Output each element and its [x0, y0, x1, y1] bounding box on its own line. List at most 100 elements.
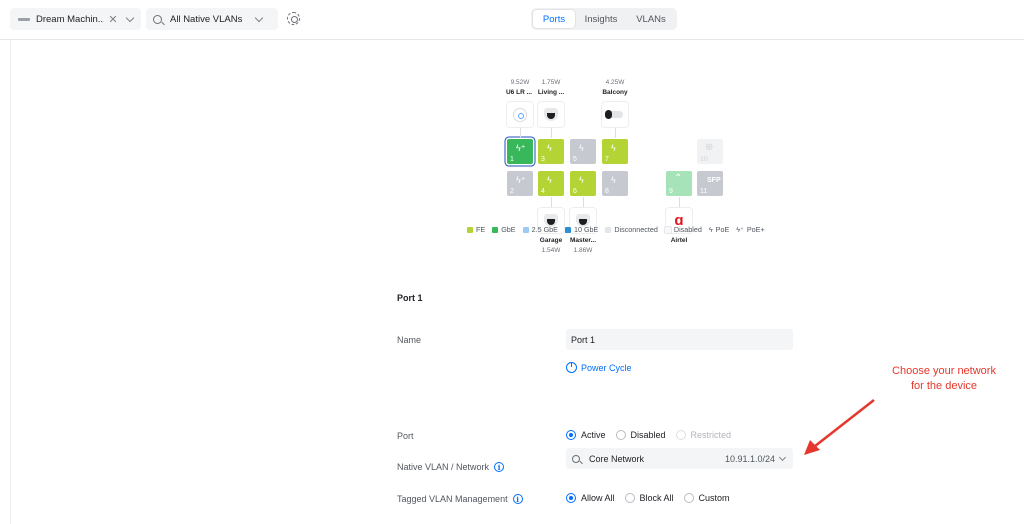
device-selector-label: Dream Machin... [36, 13, 104, 25]
legend-10-gbe: 10 GbE [564, 225, 598, 234]
network-name: Core Network [589, 453, 645, 464]
radio-allow-all[interactable]: Allow All [566, 493, 615, 503]
radio-dot [615, 430, 626, 440]
bolt-icon: ϟ [708, 225, 713, 234]
dome-camera-icon [544, 108, 558, 121]
device-power: 1.86W [573, 247, 593, 254]
legend-poe-plus: ϟ⁺ PoE+ [736, 225, 765, 234]
sfp-label: SFP [707, 177, 721, 184]
connector-line [520, 128, 521, 138]
device-name: Master... [569, 237, 596, 244]
poe-icon: ϟ [611, 143, 616, 153]
poe-plus-icon: ϟ⁺ [516, 175, 526, 185]
chevron-down-icon [778, 453, 787, 461]
radio-custom[interactable]: Custom [683, 493, 730, 503]
connector-line [551, 197, 552, 207]
port-2[interactable]: ϟ⁺ 2 [507, 171, 533, 196]
port-10[interactable]: ⊕ 10 [697, 139, 723, 164]
tab-insights[interactable]: Insights [575, 10, 627, 28]
port-1[interactable]: ϟ⁺ 1 [507, 139, 533, 164]
tab-vlans[interactable]: VLANs [627, 10, 675, 28]
port-4[interactable]: ϟ4 [538, 171, 564, 196]
device-name: Airtel [670, 237, 688, 244]
port-6[interactable]: ϟ6 [570, 171, 596, 196]
vlan-filter-select[interactable]: All Native VLANs [146, 8, 278, 30]
search-icon [572, 454, 580, 463]
info-icon[interactable]: i [494, 462, 505, 472]
device-power: 1.75W [541, 79, 561, 86]
poe-icon: ϟ [547, 175, 552, 185]
annotation-note: Choose your network for the device [892, 365, 996, 392]
power-cycle-label: Power Cycle [581, 362, 632, 373]
access-point-icon [513, 107, 527, 122]
annotation-arrow-icon [804, 399, 875, 455]
connector-line [679, 197, 680, 207]
network-subnet: 10.91.1.0/24 [725, 453, 776, 464]
device-power: 9.52W [510, 79, 530, 86]
search-icon [153, 14, 162, 24]
radio-disabled[interactable]: Disabled [615, 430, 666, 440]
radio-dot [624, 493, 635, 503]
device-power: 1.54W [541, 247, 561, 254]
radio-active[interactable]: Active [566, 430, 606, 440]
radio-restricted: Restricted [675, 430, 731, 440]
port-section-title: Port 1 [397, 293, 423, 303]
connector-line [551, 128, 552, 138]
tab-ports[interactable]: Ports [533, 10, 575, 28]
view-tabs: Ports Insights VLANs [531, 8, 677, 30]
power-cycle-button[interactable]: Power Cycle [566, 362, 632, 373]
uplink-icon: ⌃ [674, 173, 683, 184]
bullet-camera-icon [605, 110, 623, 119]
legend-disabled: Disabled [664, 225, 702, 234]
poe-icon: ϟ [611, 175, 616, 185]
legend-gbe: GbE [492, 225, 516, 234]
port-status-radios: Active Disabled Restricted [566, 430, 741, 440]
poe-icon: ϟ [547, 143, 552, 153]
device-name: Balcony [602, 89, 628, 96]
port-9[interactable]: ⌃ 9 [666, 171, 692, 196]
port-8[interactable]: ϟ8 [602, 171, 628, 196]
poe-icon: ϟ [579, 143, 584, 153]
device-card-living[interactable] [538, 102, 564, 127]
vlan-filter-label: All Native VLANs [170, 13, 243, 25]
tagged-vlan-radios: Allow All Block All Custom [566, 493, 740, 503]
port-status-label: Port [397, 431, 414, 441]
device-power: 4.25W [605, 79, 625, 86]
legend-2-5-gbe: 2.5 GbE [522, 225, 558, 234]
device-card-balcony[interactable] [602, 102, 628, 127]
info-icon[interactable]: i [512, 494, 523, 504]
connector-line [583, 197, 584, 207]
clear-icon[interactable]: ✕ [107, 13, 119, 26]
port-11[interactable]: SFP 11 [697, 171, 723, 196]
bolt-plus-icon: ϟ⁺ [736, 225, 744, 234]
legend-disconnected: Disconnected [605, 225, 658, 234]
gear-icon[interactable] [287, 12, 300, 25]
legend-fe: FE [467, 225, 485, 234]
network-select[interactable]: Core Network 10.91.1.0/24 [566, 448, 793, 469]
globe-icon: ⊕ [705, 142, 714, 153]
connector-line [615, 128, 616, 138]
tagged-vlan-label: Tagged VLAN Management i [397, 494, 523, 504]
device-selector[interactable]: Dream Machin... ✕ [10, 8, 141, 30]
device-name: Living ... [537, 89, 565, 96]
radio-block-all[interactable]: Block All [624, 493, 674, 503]
radio-dot [566, 493, 576, 503]
port-legend: FE GbE 2.5 GbE 10 GbE Disconnected Disab… [467, 225, 772, 234]
port-3[interactable]: ϟ3 [538, 139, 564, 164]
chevron-down-icon[interactable] [254, 13, 264, 22]
port-5[interactable]: ϟ5 [570, 139, 596, 164]
poe-plus-icon: ϟ⁺ [516, 143, 526, 153]
radio-dot [566, 430, 576, 440]
port-name-input[interactable]: Port 1 [566, 329, 793, 350]
native-vlan-label: Native VLAN / Network i [397, 462, 505, 472]
radio-dot [683, 493, 694, 503]
port-7[interactable]: ϟ7 [602, 139, 628, 164]
chevron-down-icon[interactable] [125, 13, 135, 22]
device-card-u6lr[interactable] [507, 102, 533, 127]
name-label: Name [397, 335, 422, 345]
gateway-device-icon [18, 17, 30, 21]
legend-poe: ϟ PoE [708, 225, 730, 234]
power-icon [566, 362, 577, 373]
radio-dot [675, 430, 686, 440]
top-toolbar: Dream Machin... ✕ All Native VLANs Ports… [0, 0, 1024, 40]
